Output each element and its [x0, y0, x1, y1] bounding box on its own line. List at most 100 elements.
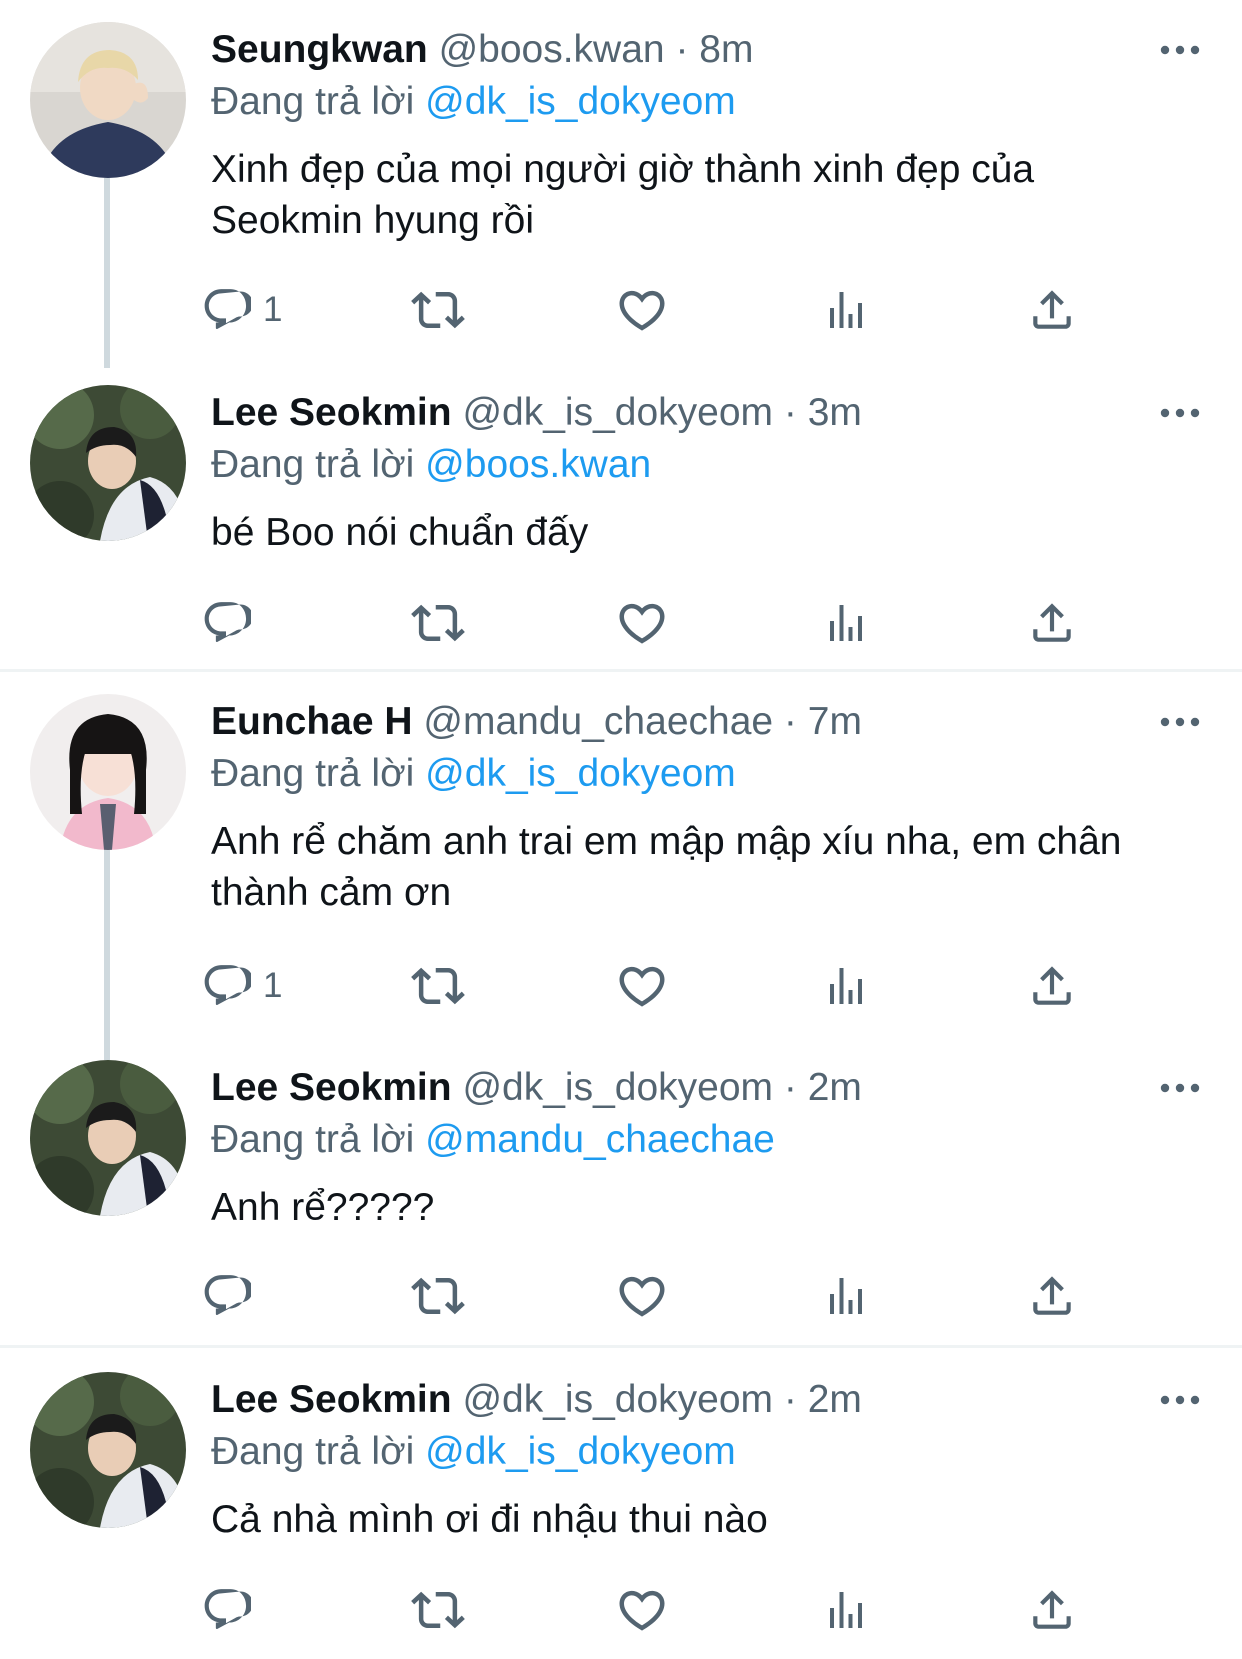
tweet-actions	[211, 593, 1111, 653]
reply-mention-link[interactable]: @mandu_chaechae	[425, 1118, 775, 1161]
retweet-button[interactable]	[411, 593, 465, 653]
views-button[interactable]	[822, 1266, 870, 1326]
views-button[interactable]	[822, 956, 870, 1016]
reply-prefix: Đang trả lời	[211, 443, 415, 486]
tweet[interactable]: Eunchae H @mandu_chaechae · 7m Đang trả …	[0, 672, 1242, 1042]
tweet-header: Seungkwan @boos.kwan · 8m	[211, 26, 753, 74]
display-name[interactable]: Lee Seokmin	[211, 1378, 452, 1421]
reply-icon	[201, 1271, 251, 1321]
heart-icon	[615, 959, 669, 1013]
separator-dot: ·	[783, 391, 797, 434]
avatar[interactable]	[30, 385, 186, 541]
separator-dot: ·	[675, 28, 689, 71]
avatar[interactable]	[30, 1372, 186, 1528]
share-icon	[1027, 1585, 1077, 1635]
reply-mention-link[interactable]: @dk_is_dokyeom	[425, 752, 736, 795]
reply-count: 1	[263, 290, 283, 329]
user-handle[interactable]: @dk_is_dokyeom	[462, 1066, 773, 1109]
more-icon[interactable]	[1160, 35, 1200, 65]
reply-prefix: Đang trả lời	[211, 1430, 415, 1473]
timestamp[interactable]: 2m	[808, 1066, 862, 1109]
user-handle[interactable]: @dk_is_dokyeom	[462, 1378, 773, 1421]
user-handle[interactable]: @mandu_chaechae	[423, 700, 773, 743]
reply-button[interactable]	[201, 1580, 251, 1640]
share-button[interactable]	[1027, 280, 1077, 340]
retweet-button[interactable]	[411, 1266, 465, 1326]
reply-prefix: Đang trả lời	[211, 752, 415, 795]
tweet-text: bé Boo nói chuẩn đấy	[211, 511, 589, 554]
tweet[interactable]: Lee Seokmin @dk_is_dokyeom · 2m Đang trả…	[0, 1038, 1242, 1348]
tweet-header: Eunchae H @mandu_chaechae · 7m	[211, 698, 862, 746]
heart-icon	[615, 1269, 669, 1323]
reply-button[interactable]	[201, 593, 251, 653]
reply-context: Đang trả lời @dk_is_dokyeom	[211, 750, 736, 798]
tweet-actions: 1	[211, 280, 1111, 340]
analytics-icon	[822, 1272, 870, 1320]
display-name[interactable]: Seungkwan	[211, 28, 428, 71]
views-button[interactable]	[822, 280, 870, 340]
share-icon	[1027, 1271, 1077, 1321]
tweet-header: Lee Seokmin @dk_is_dokyeom · 2m	[211, 1064, 862, 1112]
user-handle[interactable]: @dk_is_dokyeom	[462, 391, 773, 434]
heart-icon	[615, 1583, 669, 1637]
avatar[interactable]	[30, 22, 186, 178]
like-button[interactable]	[615, 593, 669, 653]
more-icon[interactable]	[1160, 707, 1200, 737]
user-handle[interactable]: @boos.kwan	[439, 28, 665, 71]
reply-count: 1	[263, 966, 283, 1005]
display-name[interactable]: Eunchae H	[211, 700, 413, 743]
tweet-actions	[211, 1580, 1111, 1640]
tweet[interactable]: Lee Seokmin @dk_is_dokyeom · 3m Đang trả…	[0, 363, 1242, 669]
views-button[interactable]	[822, 593, 870, 653]
reply-icon	[201, 598, 251, 648]
share-button[interactable]	[1027, 1580, 1077, 1640]
tweet-text: Anh rể chăm anh trai em mập mập xíu nha,…	[211, 820, 1122, 914]
reply-mention-link[interactable]: @boos.kwan	[425, 443, 651, 486]
like-button[interactable]	[615, 956, 669, 1016]
tweet-text: Cả nhà mình ơi đi nhậu thui nào	[211, 1498, 768, 1541]
retweet-icon	[411, 283, 465, 337]
retweet-button[interactable]	[411, 280, 465, 340]
reply-context: Đang trả lời @mandu_chaechae	[211, 1116, 775, 1164]
reply-button[interactable]: 1	[201, 956, 282, 1016]
separator-dot: ·	[783, 1066, 797, 1109]
reply-button[interactable]	[201, 1266, 251, 1326]
retweet-icon	[411, 959, 465, 1013]
tweet-header: Lee Seokmin @dk_is_dokyeom · 3m	[211, 389, 862, 437]
share-button[interactable]	[1027, 1266, 1077, 1326]
reply-mention-link[interactable]: @dk_is_dokyeom	[425, 80, 736, 123]
more-icon[interactable]	[1160, 1073, 1200, 1103]
tweet-text: Anh rể?????	[211, 1186, 435, 1229]
heart-icon	[615, 283, 669, 337]
views-button[interactable]	[822, 1580, 870, 1640]
share-button[interactable]	[1027, 956, 1077, 1016]
like-button[interactable]	[615, 1266, 669, 1326]
more-icon[interactable]	[1160, 398, 1200, 428]
retweet-button[interactable]	[411, 956, 465, 1016]
like-button[interactable]	[615, 280, 669, 340]
timestamp[interactable]: 7m	[808, 700, 862, 743]
display-name[interactable]: Lee Seokmin	[211, 1066, 452, 1109]
reply-mention-link[interactable]: @dk_is_dokyeom	[425, 1430, 736, 1473]
reply-icon	[201, 1585, 251, 1635]
tweet[interactable]: Seungkwan @boos.kwan · 8m Đang trả lời @…	[0, 0, 1242, 365]
reply-button[interactable]: 1	[201, 280, 282, 340]
avatar[interactable]	[30, 694, 186, 850]
analytics-icon	[822, 599, 870, 647]
share-icon	[1027, 285, 1077, 335]
display-name[interactable]: Lee Seokmin	[211, 391, 452, 434]
share-icon	[1027, 961, 1077, 1011]
more-icon[interactable]	[1160, 1385, 1200, 1415]
timestamp[interactable]: 2m	[808, 1378, 862, 1421]
retweet-button[interactable]	[411, 1580, 465, 1640]
tweet[interactable]: Lee Seokmin @dk_is_dokyeom · 2m Đang trả…	[0, 1350, 1242, 1659]
tweet-text: Xinh đẹp của mọi người giờ thành xinh đẹ…	[211, 148, 1035, 242]
timestamp[interactable]: 8m	[699, 28, 753, 71]
timestamp[interactable]: 3m	[808, 391, 862, 434]
share-button[interactable]	[1027, 593, 1077, 653]
avatar[interactable]	[30, 1060, 186, 1216]
tweet-actions: 1	[211, 956, 1111, 1016]
analytics-icon	[822, 1586, 870, 1634]
reply-icon	[201, 961, 251, 1011]
like-button[interactable]	[615, 1580, 669, 1640]
